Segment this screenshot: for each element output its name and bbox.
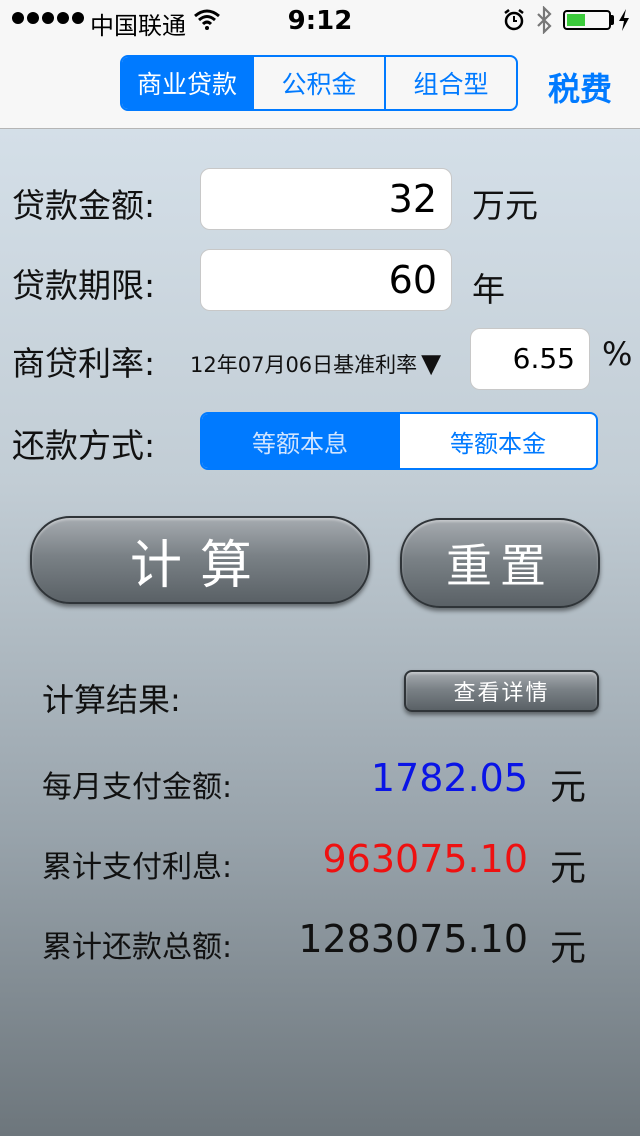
rate-unit: % bbox=[602, 335, 633, 373]
monthly-payment-value: 1782.05 bbox=[370, 756, 528, 800]
results-title: 计算结果: bbox=[42, 681, 181, 719]
loan-amount-label: 贷款金额: bbox=[12, 186, 156, 225]
battery-icon bbox=[563, 10, 611, 30]
monthly-payment-unit: 元 bbox=[550, 767, 587, 808]
method-equal-installment[interactable]: 等额本息 bbox=[202, 414, 398, 468]
total-repayment-unit: 元 bbox=[550, 928, 587, 969]
loan-term-label: 贷款期限: bbox=[12, 266, 156, 305]
battery-level bbox=[567, 14, 585, 26]
total-interest-unit: 元 bbox=[550, 848, 587, 889]
navigation-bar: 商业贷款 公积金 组合型 税费 bbox=[0, 40, 640, 129]
repayment-method-segmented-control: 等额本息 等额本金 bbox=[200, 412, 598, 470]
view-details-button[interactable]: 查看详情 bbox=[404, 670, 599, 712]
loan-term-unit: 年 bbox=[472, 270, 505, 309]
dropdown-triangle-icon: ▼ bbox=[421, 349, 442, 379]
total-repayment-label: 累计还款总额: bbox=[42, 930, 233, 965]
tab-provident-fund[interactable]: 公积金 bbox=[252, 57, 384, 109]
rate-type-dropdown[interactable]: 12年07月06日基准利率 ▼ bbox=[190, 349, 441, 379]
total-interest-value: 963075.10 bbox=[322, 837, 529, 881]
total-interest-label: 累计支付利息: bbox=[42, 850, 233, 885]
alarm-icon bbox=[504, 9, 524, 31]
rate-type-value: 12年07月06日基准利率 bbox=[190, 353, 418, 377]
status-bar: 中国联通 9:12 bbox=[0, 0, 640, 40]
loan-rate-label: 商贷利率: bbox=[12, 344, 156, 383]
charging-icon bbox=[619, 9, 629, 31]
loan-term-input[interactable]: 60 bbox=[200, 249, 452, 311]
loan-type-segmented-control: 商业贷款 公积金 组合型 bbox=[120, 55, 518, 111]
battery-tip bbox=[611, 15, 614, 25]
calculate-button[interactable]: 计算 bbox=[30, 516, 370, 604]
repayment-method-label: 还款方式: bbox=[12, 426, 156, 465]
reset-button[interactable]: 重置 bbox=[400, 518, 600, 608]
tab-combined[interactable]: 组合型 bbox=[384, 57, 516, 109]
loan-amount-unit: 万元 bbox=[472, 186, 538, 225]
calculator-panel: 贷款金额: 32 万元 贷款期限: 60 年 商贷利率: 12年07月06日基准… bbox=[0, 129, 640, 1136]
method-equal-principal[interactable]: 等额本金 bbox=[398, 414, 596, 468]
loan-amount-input[interactable]: 32 bbox=[200, 168, 452, 230]
tab-commercial-loan[interactable]: 商业贷款 bbox=[122, 57, 252, 109]
tax-button[interactable]: 税费 bbox=[548, 64, 612, 110]
bluetooth-icon bbox=[537, 6, 552, 34]
total-repayment-value: 1283075.10 bbox=[298, 917, 528, 961]
rate-input[interactable]: 6.55 bbox=[470, 328, 590, 390]
monthly-payment-label: 每月支付金额: bbox=[42, 770, 233, 805]
